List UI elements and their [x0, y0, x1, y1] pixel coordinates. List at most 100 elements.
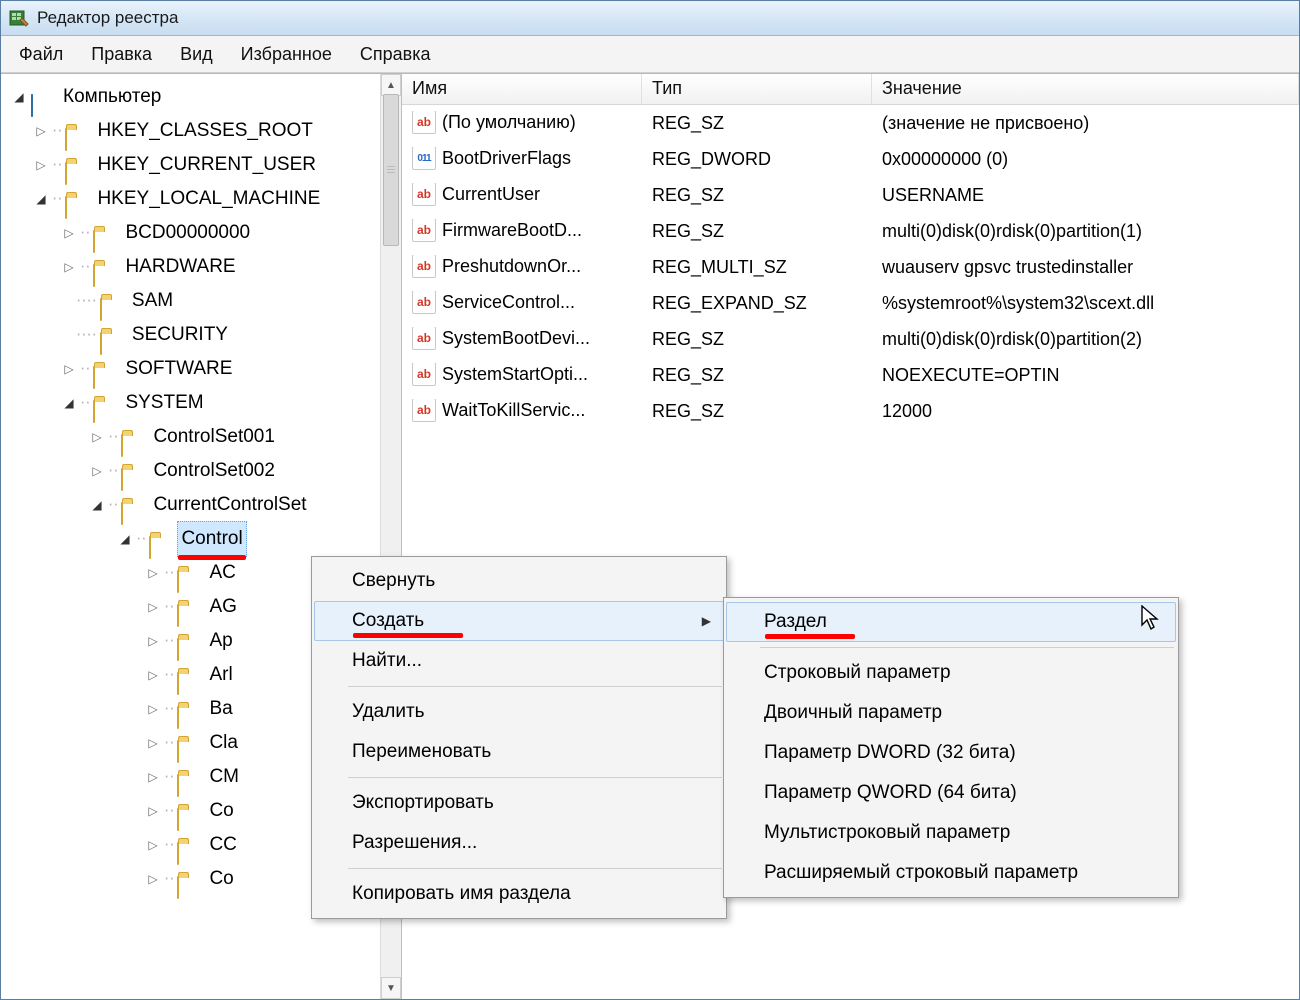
create-submenu: Раздел Строковый параметр Двоичный парам… [723, 597, 1179, 898]
expander-icon[interactable]: ▷ [33, 157, 49, 173]
binary-value-icon: 011 [412, 147, 436, 170]
tree-item[interactable]: ▷··BCD00000000 [5, 216, 401, 250]
sub-dword[interactable]: Параметр DWORD (32 бита) [726, 733, 1176, 773]
tree-item[interactable]: ▷··HARDWARE [5, 250, 401, 284]
menu-label: Параметр QWORD (64 бита) [764, 782, 1017, 804]
ctx-permissions[interactable]: Разрешения... [314, 823, 724, 863]
folder-icon [177, 768, 199, 786]
tree-item[interactable]: ▷··ControlSet002 [5, 454, 401, 488]
value-type: REG_SZ [642, 221, 872, 242]
folder-icon [177, 666, 199, 684]
sub-qword[interactable]: Параметр QWORD (64 бита) [726, 773, 1176, 813]
expander-icon[interactable]: ▷ [145, 599, 161, 615]
ctx-delete[interactable]: Удалить [314, 692, 724, 732]
sub-key[interactable]: Раздел [726, 602, 1176, 642]
scroll-up-icon[interactable]: ▲ [381, 74, 401, 96]
expander-icon[interactable]: ▷ [145, 769, 161, 785]
tree-item[interactable]: ····SAM [5, 284, 401, 318]
expander-icon[interactable]: ▷ [145, 803, 161, 819]
string-value-icon: ab [412, 363, 436, 386]
tree-hkcu[interactable]: ▷ ·· HKEY_CURRENT_USER [5, 148, 401, 182]
value-row[interactable]: 011BootDriverFlagsREG_DWORD0x00000000 (0… [402, 141, 1299, 177]
expander-icon[interactable]: ▷ [145, 871, 161, 887]
tree-item[interactable]: ▷··SOFTWARE [5, 352, 401, 386]
context-menu: Свернуть Создать ▶ Найти... Удалить Пере… [311, 556, 727, 919]
expander-icon[interactable]: ◢ [33, 191, 49, 207]
expander-icon[interactable]: ▷ [89, 429, 105, 445]
col-name[interactable]: Имя [402, 74, 642, 104]
string-value-icon: ab [412, 399, 436, 422]
sub-string[interactable]: Строковый параметр [726, 653, 1176, 693]
tree-hklm[interactable]: ◢ ·· HKEY_LOCAL_MACHINE [5, 182, 401, 216]
expander-icon[interactable]: ◢ [117, 531, 133, 547]
value-row[interactable]: abPreshutdownOr...REG_MULTI_SZwuauserv g… [402, 249, 1299, 285]
expander-icon[interactable]: ▷ [61, 259, 77, 275]
expander-icon[interactable]: ◢ [11, 89, 27, 105]
value-name: (По умолчанию) [442, 112, 576, 132]
tree-hkcr[interactable]: ▷ ·· HKEY_CLASSES_ROOT [5, 114, 401, 148]
tree-item[interactable]: ▷··ControlSet001 [5, 420, 401, 454]
scroll-thumb[interactable] [383, 94, 399, 246]
value-name: WaitToKillServic... [442, 400, 585, 420]
scroll-down-icon[interactable]: ▼ [381, 977, 401, 999]
menu-help[interactable]: Справка [346, 40, 445, 69]
value-row[interactable]: abCurrentUserREG_SZUSERNAME [402, 177, 1299, 213]
expander-icon[interactable]: ◢ [61, 395, 77, 411]
value-data: 0x00000000 (0) [872, 149, 1299, 170]
sub-binary[interactable]: Двоичный параметр [726, 693, 1176, 733]
sub-multi[interactable]: Мультистроковый параметр [726, 813, 1176, 853]
tree-item[interactable]: ◢··SYSTEM [5, 386, 401, 420]
value-row[interactable]: abSystemStartOpti...REG_SZ NOEXECUTE=OPT… [402, 357, 1299, 393]
expander-icon[interactable]: ▷ [33, 123, 49, 139]
value-row[interactable]: abFirmwareBootD...REG_SZmulti(0)disk(0)r… [402, 213, 1299, 249]
ctx-find[interactable]: Найти... [314, 641, 724, 681]
sub-expand[interactable]: Расширяемый строковый параметр [726, 853, 1176, 893]
expander-icon[interactable]: ▷ [89, 463, 105, 479]
annotation-underline [353, 633, 463, 638]
menu-edit[interactable]: Правка [77, 40, 166, 69]
value-type: REG_SZ [642, 185, 872, 206]
annotation-underline [765, 634, 855, 639]
string-value-icon: ab [412, 219, 436, 242]
ctx-collapse[interactable]: Свернуть [314, 561, 724, 601]
expander-icon[interactable]: ▷ [61, 361, 77, 377]
tree-item-control[interactable]: ◢ ·· Control [5, 522, 401, 556]
tree-item[interactable]: ◢··CurrentControlSet [5, 488, 401, 522]
expander-icon[interactable]: ▷ [145, 701, 161, 717]
tree-label: HKEY_LOCAL_MACHINE [93, 182, 324, 216]
menu-fav[interactable]: Избранное [227, 40, 346, 69]
folder-icon [100, 292, 122, 310]
expander-icon[interactable]: ▷ [145, 837, 161, 853]
expander-icon[interactable]: ▷ [145, 565, 161, 581]
value-name: BootDriverFlags [442, 148, 571, 168]
menu-label: Параметр DWORD (32 бита) [764, 742, 1016, 764]
expander-icon[interactable]: ▷ [145, 633, 161, 649]
value-data: 12000 [872, 401, 1299, 422]
value-row[interactable]: ab(По умолчанию)REG_SZ(значение не присв… [402, 105, 1299, 141]
menu-separator [348, 777, 722, 778]
ctx-copyname[interactable]: Копировать имя раздела [314, 874, 724, 914]
tree-root[interactable]: ◢ Компьютер [5, 80, 401, 114]
folder-icon [65, 122, 87, 140]
expander-icon[interactable]: ▷ [61, 225, 77, 241]
menu-label: Расширяемый строковый параметр [764, 862, 1078, 884]
ctx-export[interactable]: Экспортировать [314, 783, 724, 823]
value-type: REG_SZ [642, 113, 872, 134]
tree-label: CurrentControlSet [149, 488, 310, 522]
expander-icon[interactable]: ▷ [145, 667, 161, 683]
folder-icon [93, 258, 115, 276]
value-name: PreshutdownOr... [442, 256, 581, 276]
value-row[interactable]: abWaitToKillServic...REG_SZ12000 [402, 393, 1299, 429]
ctx-rename[interactable]: Переименовать [314, 732, 724, 772]
expander-icon[interactable]: ▷ [145, 735, 161, 751]
expander-icon[interactable]: ◢ [89, 497, 105, 513]
col-data[interactable]: Значение [872, 74, 1299, 104]
value-data: multi(0)disk(0)rdisk(0)partition(1) [872, 221, 1299, 242]
tree-item[interactable]: ····SECURITY [5, 318, 401, 352]
value-row[interactable]: abServiceControl...REG_EXPAND_SZ%systemr… [402, 285, 1299, 321]
col-type[interactable]: Тип [642, 74, 872, 104]
menu-view[interactable]: Вид [166, 40, 227, 69]
value-row[interactable]: abSystemBootDevi...REG_SZmulti(0)disk(0)… [402, 321, 1299, 357]
ctx-create[interactable]: Создать ▶ [314, 601, 724, 641]
menu-file[interactable]: Файл [5, 40, 77, 69]
